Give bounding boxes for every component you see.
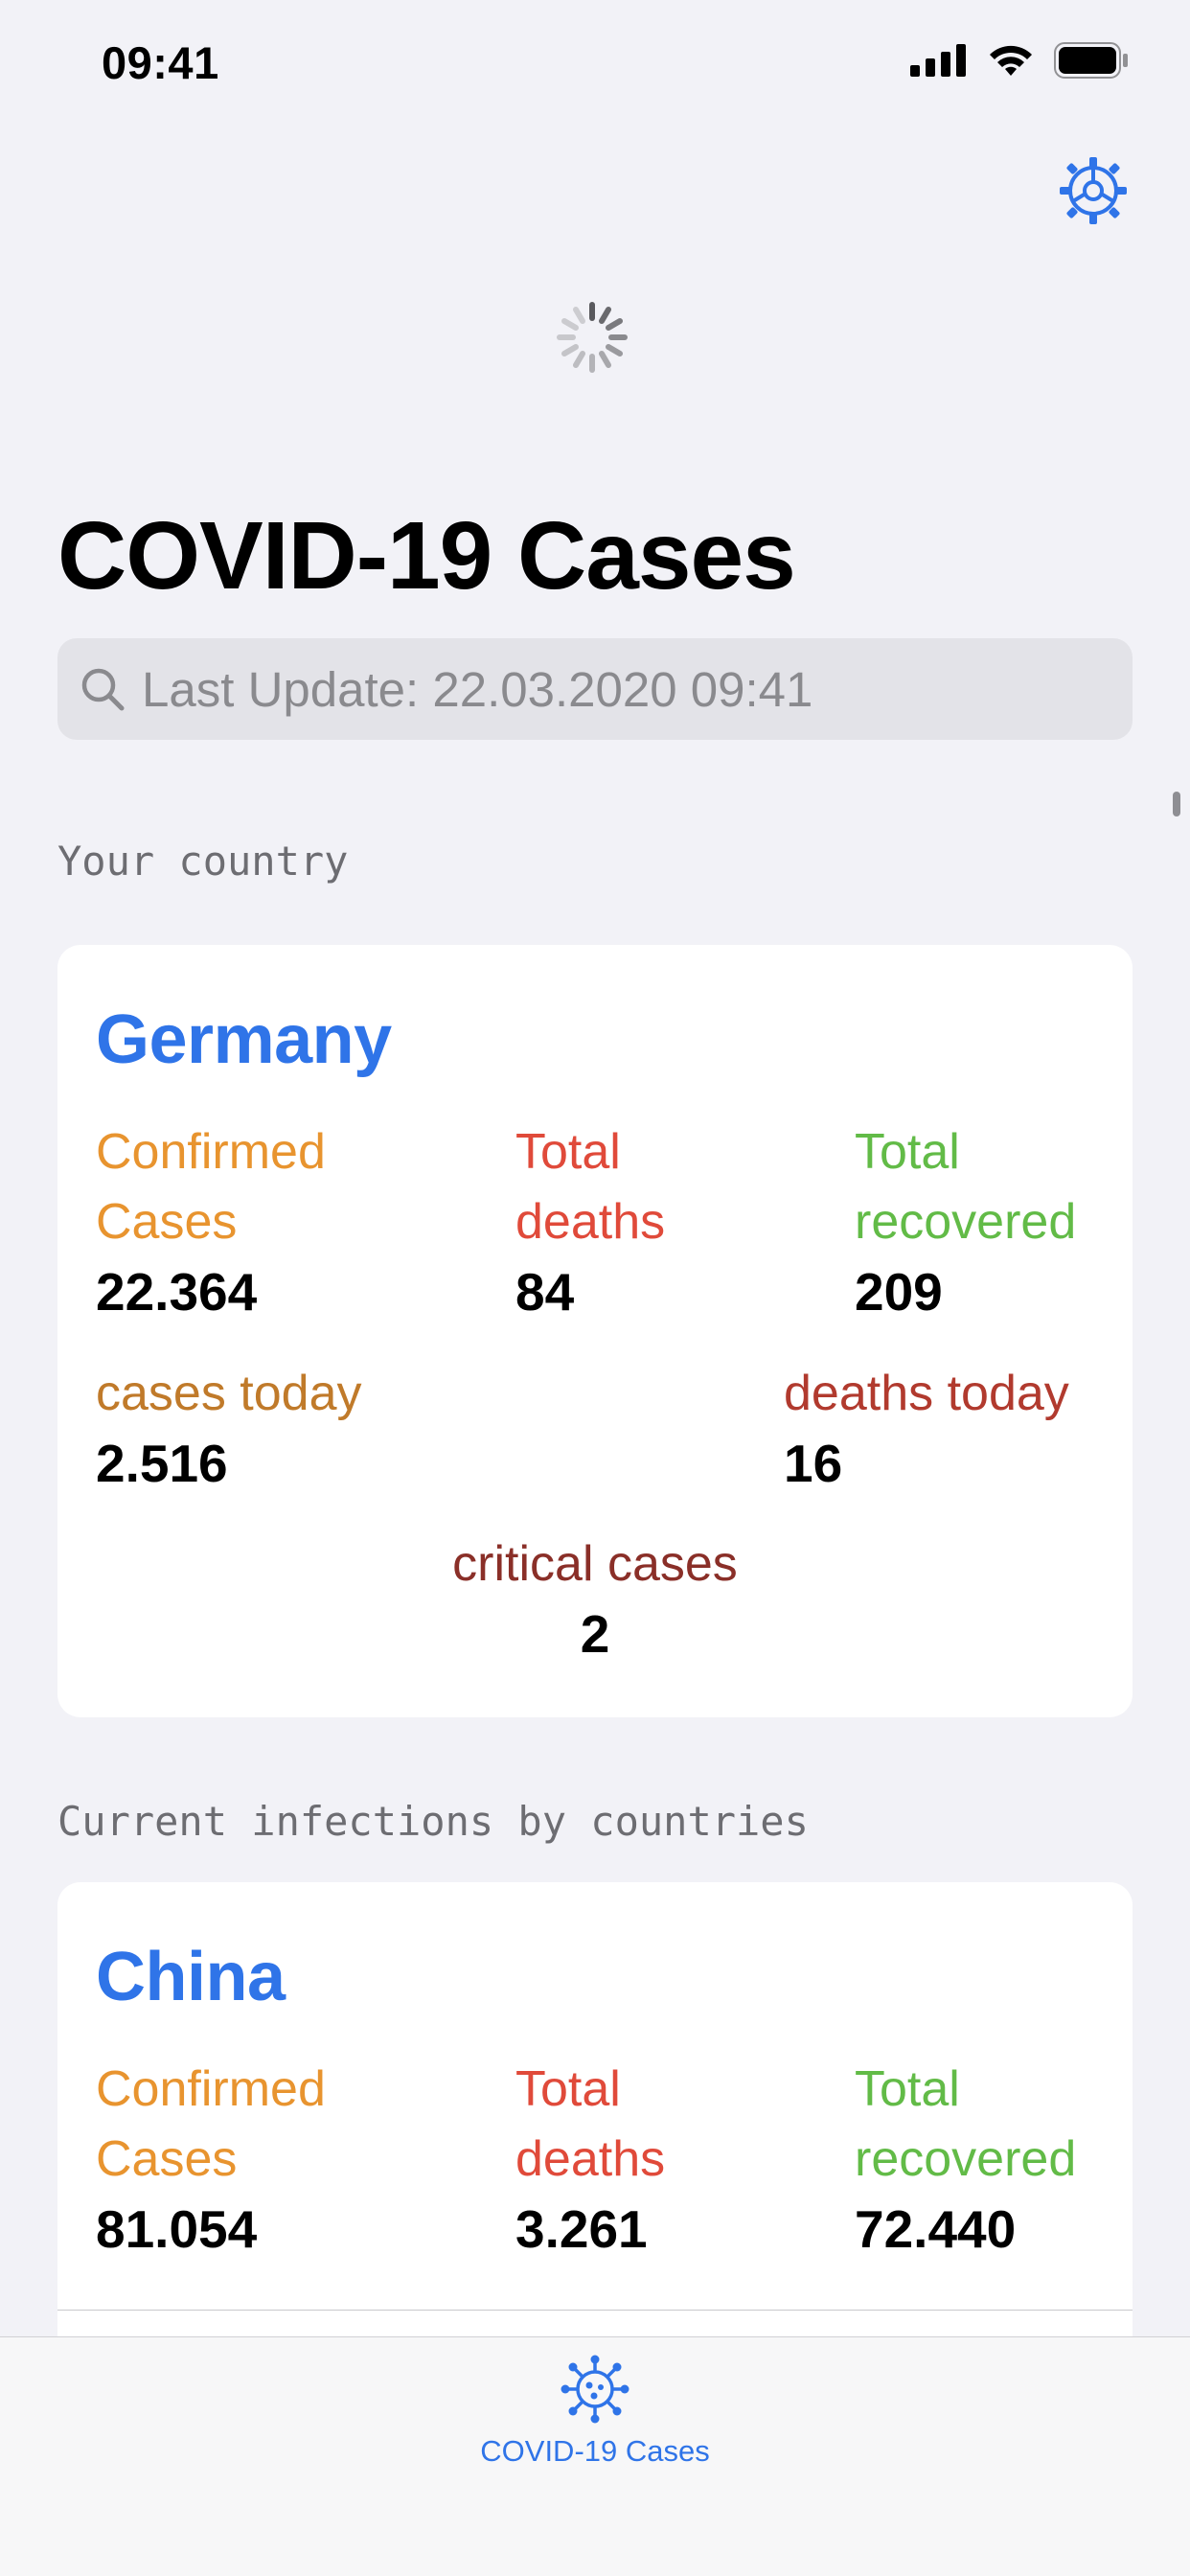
- recovered-label-line1: Total: [855, 2061, 960, 2117]
- tab-covid-cases[interactable]: COVID-19 Cases: [450, 2353, 740, 2469]
- confirmed-stat: Confirmed Cases 81.054: [96, 2055, 326, 2265]
- confirmed-label-line1: Confirmed: [96, 1124, 326, 1180]
- deaths-today-stat: deaths today 16: [784, 1359, 1069, 1499]
- screen: 09:41 COVID-19 Cases Last Update: 22.03.…: [0, 0, 1190, 2576]
- deaths-label-line2: deaths: [515, 2131, 666, 2187]
- confirmed-value: 22.364: [96, 1262, 258, 1322]
- confirmed-label-line1: Confirmed: [96, 2061, 326, 2117]
- deaths-today-label: deaths today: [784, 1366, 1069, 1421]
- virus-icon: [561, 2355, 629, 2424]
- settings-button[interactable]: [1058, 155, 1129, 226]
- recovered-label-line1: Total: [855, 1124, 960, 1180]
- country-card-germany[interactable]: Germany Confirmed Cases 22.364 Total dea…: [57, 945, 1133, 1717]
- confirmed-value: 81.054: [96, 2199, 258, 2259]
- country-name: Germany: [96, 1001, 392, 1078]
- gear-icon: [1060, 157, 1127, 224]
- loading-spinner: [554, 299, 630, 376]
- cases-today-label: cases today: [96, 1366, 362, 1421]
- recovered-value: 72.440: [855, 2199, 1017, 2259]
- confirmed-label-line2: Cases: [96, 2131, 238, 2187]
- recovered-label-line2: recovered: [855, 1194, 1077, 1250]
- status-icons: [910, 42, 1129, 79]
- spinner-icon: [557, 302, 628, 373]
- deaths-stat: Total deaths 3.261: [515, 2055, 665, 2265]
- section-header-by-countries: Current infections by countries: [57, 1798, 809, 1845]
- search-bar[interactable]: Last Update: 22.03.2020 09:41: [57, 638, 1133, 740]
- search-text: Last Update: 22.03.2020 09:41: [142, 661, 813, 717]
- deaths-stat: Total deaths 84: [515, 1117, 665, 1327]
- critical-value: 2: [580, 1604, 610, 1664]
- confirmed-label-line2: Cases: [96, 1194, 238, 1250]
- recovered-stat: Total recovered 209: [855, 1117, 1076, 1327]
- cases-today-stat: cases today 2.516: [96, 1359, 362, 1499]
- recovered-value: 209: [855, 1262, 943, 1322]
- deaths-value: 84: [515, 1262, 575, 1322]
- tab-label: COVID-19 Cases: [480, 2434, 710, 2468]
- country-name: China: [96, 1939, 286, 2015]
- search-icon: [81, 668, 125, 711]
- critical-label: critical cases: [452, 1536, 738, 1592]
- wifi-icon: [990, 45, 1032, 76]
- tab-bar: COVID-19 Cases: [0, 2336, 1190, 2576]
- deaths-label-line1: Total: [515, 2061, 621, 2117]
- battery-icon: [1054, 42, 1128, 79]
- status-time: 09:41: [102, 37, 219, 88]
- critical-stat: critical cases 2: [57, 1530, 1133, 1669]
- deaths-value: 3.261: [515, 2199, 648, 2259]
- recovered-label-line2: recovered: [855, 2131, 1077, 2187]
- section-header-your-country: Your country: [57, 838, 349, 885]
- confirmed-stat: Confirmed Cases 22.364: [96, 1117, 326, 1327]
- scroll-indicator[interactable]: [1173, 792, 1180, 816]
- deaths-label-line2: deaths: [515, 1194, 666, 1250]
- recovered-stat: Total recovered 72.440: [855, 2055, 1076, 2265]
- row-divider: [57, 2310, 1133, 2311]
- deaths-label-line1: Total: [515, 1124, 621, 1180]
- page-title: COVID-19 Cases: [57, 502, 796, 610]
- deaths-today-value: 16: [784, 1434, 843, 1493]
- cases-today-value: 2.516: [96, 1434, 228, 1493]
- cellular-signal-icon: [910, 44, 966, 77]
